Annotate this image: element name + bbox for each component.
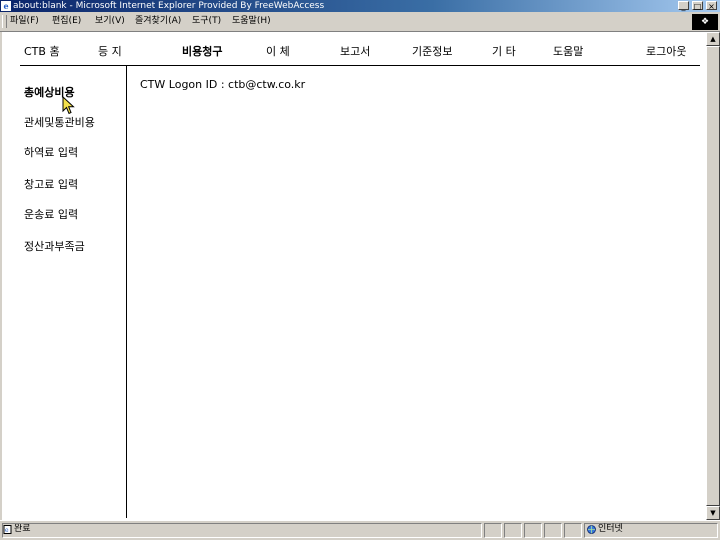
minimize-button[interactable]: _: [678, 1, 689, 11]
nav-help[interactable]: 도움말: [553, 45, 583, 58]
nav-reports[interactable]: 보고서: [340, 45, 370, 58]
menu-favorites[interactable]: 즐겨찾기(A): [135, 16, 181, 27]
status-pane-1: [484, 523, 502, 538]
nav-other[interactable]: 기 타: [492, 45, 516, 58]
menu-edit[interactable]: 편집(E): [52, 16, 81, 27]
nav-register[interactable]: 등 지: [98, 45, 122, 58]
window-title: about:blank - Microsoft Internet Explore…: [13, 1, 325, 11]
menu-tools[interactable]: 도구(T): [192, 16, 221, 27]
windows-logo-icon: ❖: [692, 14, 718, 30]
logon-id-text: CTW Logon ID : ctb@ctw.co.kr: [140, 78, 306, 91]
sidebar-item-storage-fee-input[interactable]: 창고료 입력: [24, 178, 78, 191]
title-bar: e about:blank - Microsoft Internet Explo…: [0, 0, 720, 12]
status-bar: e 완료 인터넷: [0, 520, 720, 540]
vertical-scrollbar[interactable]: ▲ ▼: [706, 32, 720, 520]
scroll-down-icon[interactable]: ▼: [706, 506, 720, 520]
internet-globe-icon: [587, 525, 596, 534]
sidebar-item-freight-fee-input[interactable]: 운송료 입력: [24, 208, 78, 221]
toolbar-grip: [2, 15, 7, 28]
status-pane-main: [2, 523, 482, 538]
sidebar-item-unloading-fee-input[interactable]: 하역료 입력: [24, 146, 78, 159]
top-navigation: CTB 홈 등 지 비용청구 이 체 보고서 기준정보 기 타 도움말 로그아웃: [2, 32, 706, 66]
status-pane-2: [504, 523, 522, 538]
nav-ctb-home[interactable]: CTB 홈: [24, 45, 60, 58]
nav-reference-info[interactable]: 기준정보: [412, 45, 452, 58]
security-zone-text: 인터넷: [598, 524, 623, 534]
close-button[interactable]: ×: [706, 1, 717, 11]
page-content: CTB 홈 등 지 비용청구 이 체 보고서 기준정보 기 타 도움말 로그아웃…: [2, 32, 706, 520]
maximize-button[interactable]: □: [692, 1, 703, 11]
sidebar-divider: [126, 66, 127, 518]
ie-icon: e: [1, 1, 11, 11]
scroll-thumb[interactable]: [706, 46, 720, 506]
nav-transfer[interactable]: 이 체: [266, 45, 290, 58]
menu-help[interactable]: 도움말(H): [232, 16, 271, 27]
nav-billing[interactable]: 비용청구: [182, 45, 222, 58]
scroll-up-icon[interactable]: ▲: [706, 32, 720, 46]
menu-view[interactable]: 보기(V): [95, 16, 125, 27]
sidebar-item-settlement-shortfall[interactable]: 정산과부족금: [24, 240, 85, 253]
status-pane-5: [564, 523, 582, 538]
mouse-pointer-icon: [62, 96, 75, 115]
status-pane-3: [524, 523, 542, 538]
menu-file[interactable]: 파일(F): [10, 16, 39, 27]
status-pane-4: [544, 523, 562, 538]
nav-logout[interactable]: 로그아웃: [646, 45, 686, 58]
menu-bar: 파일(F) 편집(E) 보기(V) 즐겨찾기(A) 도구(T) 도움말(H) ❖: [0, 12, 720, 32]
nav-divider: [20, 65, 700, 66]
sidebar-item-customs-fees[interactable]: 관세및통관비용: [24, 116, 95, 129]
